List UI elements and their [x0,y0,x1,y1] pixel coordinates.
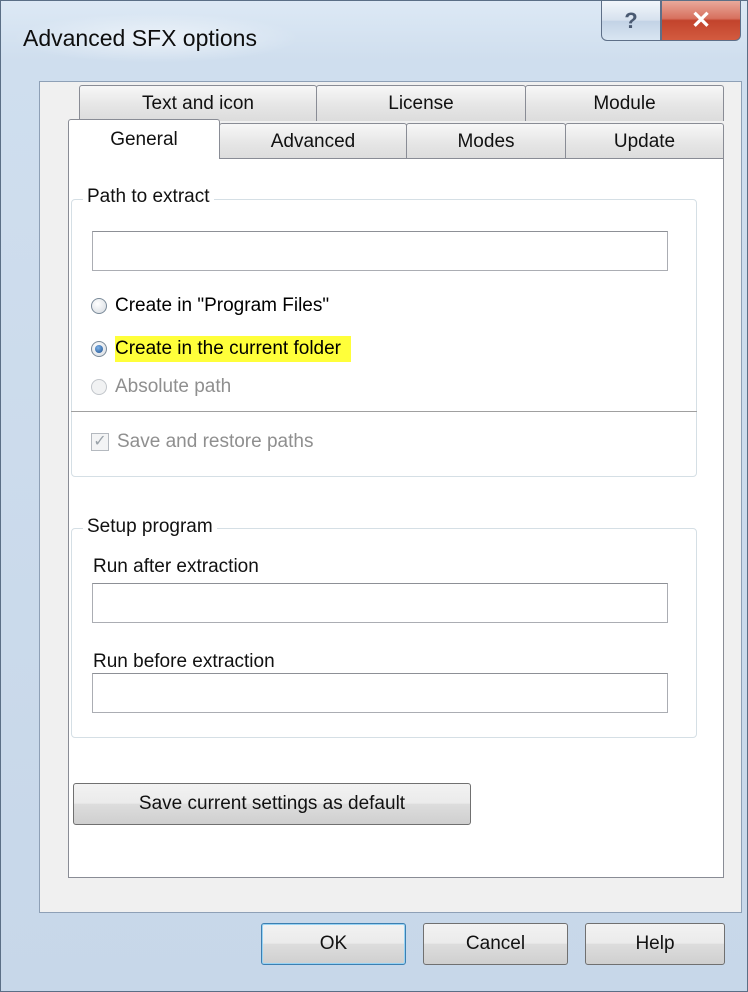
window-title: Advanced SFX options [23,25,257,51]
radio-button-disabled [91,379,107,395]
tab-text-and-icon[interactable]: Text and icon [79,85,317,121]
tab-label: License [388,92,454,114]
tab-label: Text and icon [142,92,254,114]
tab-modes[interactable]: Modes [406,123,566,159]
dialog-window: Advanced SFX options ? ✕ Text and icon L… [0,0,748,992]
run-after-label: Run after extraction [93,556,259,577]
checkmark-icon: ✓ [91,433,109,451]
run-before-label: Run before extraction [93,651,275,672]
path-group-legend: Path to extract [83,186,214,208]
tab-general[interactable]: General [68,119,220,159]
tab-module[interactable]: Module [525,85,724,121]
save-as-default-button[interactable]: Save current settings as default [73,783,471,825]
tab-license[interactable]: License [316,85,526,121]
checkbox-label: Save and restore paths [117,431,314,452]
titlebar-help-button[interactable]: ? [601,1,661,41]
radio-create-in-program-files[interactable]: Create in "Program Files" [91,295,329,317]
titlebar-close-button[interactable]: ✕ [661,1,741,41]
run-before-input[interactable] [92,673,668,713]
tab-update[interactable]: Update [565,123,724,159]
radio-label: Absolute path [115,376,232,397]
checkbox-save-restore-paths: ✓ Save and restore paths [91,431,313,453]
radio-label: Create in "Program Files" [115,295,330,316]
tab-label: General [110,128,178,150]
group-separator [71,411,697,412]
radio-label-highlighted: Create in the current folder [115,336,352,362]
cancel-button[interactable]: Cancel [423,923,568,965]
tab-label: Advanced [270,130,356,152]
help-button[interactable]: Help [585,923,725,965]
radio-button[interactable] [91,298,107,314]
question-mark-icon: ? [624,7,638,33]
radio-button-selected[interactable] [91,341,107,357]
tab-label: Module [593,92,656,114]
close-icon: ✕ [690,7,712,34]
run-after-input[interactable] [92,583,668,623]
setup-group-legend: Setup program [83,516,217,538]
tab-advanced[interactable]: Advanced [219,123,407,159]
radio-absolute-path: Absolute path [91,376,231,398]
radio-create-in-current-folder[interactable]: Create in the current folder [91,336,352,362]
extract-path-input[interactable] [92,231,668,271]
tab-label: Update [613,130,676,152]
ok-button[interactable]: OK [261,923,406,965]
tab-label: Modes [457,130,515,152]
